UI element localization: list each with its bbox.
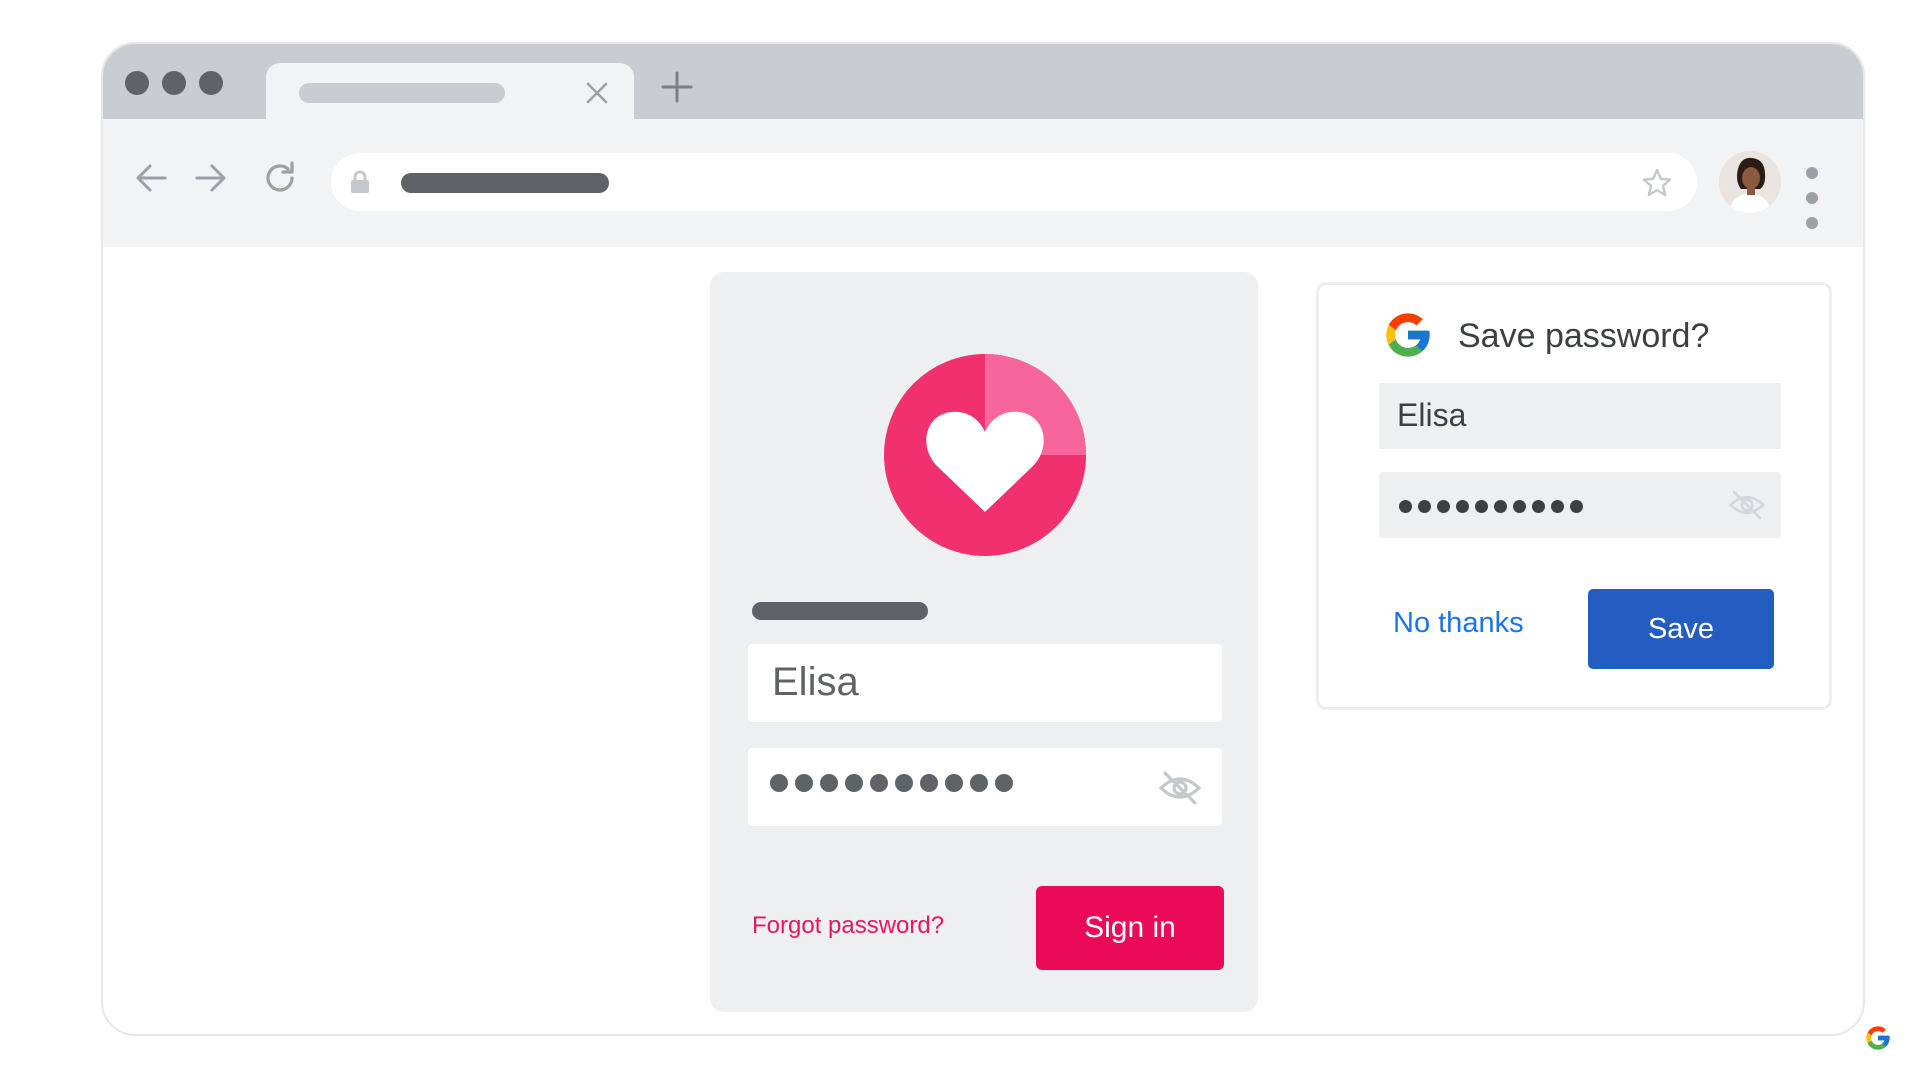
kebab-menu-icon[interactable] [1806, 167, 1818, 179]
kebab-menu-dot[interactable] [1806, 192, 1818, 204]
avatar[interactable] [1719, 151, 1781, 213]
star-icon[interactable] [1641, 167, 1673, 199]
login-card: Elisa Forgot password? Sign in [710, 272, 1258, 1012]
google-g-icon [1386, 313, 1430, 357]
dialog-username-value: Elisa [1397, 397, 1467, 433]
heart-icon [884, 354, 1086, 556]
dialog-username-field[interactable]: Elisa [1379, 383, 1781, 449]
username-field[interactable]: Elisa [748, 644, 1222, 722]
browser-tab[interactable] [266, 63, 634, 121]
forward-arrow-icon[interactable] [189, 157, 231, 199]
dialog-password-masked-value [1399, 500, 1583, 513]
kebab-menu-dot[interactable] [1806, 217, 1818, 229]
username-value: Elisa [772, 660, 859, 704]
url-placeholder [401, 173, 609, 193]
forgot-password-link[interactable]: Forgot password? [752, 912, 944, 940]
dialog-password-field[interactable] [1379, 472, 1781, 538]
window-minimize-dot[interactable] [162, 71, 186, 95]
dialog-title: Save password? [1458, 317, 1710, 355]
tab-title-placeholder [299, 83, 505, 103]
plus-icon[interactable] [659, 69, 695, 105]
window-close-dot[interactable] [125, 71, 149, 95]
google-g-watermark-icon [1866, 1026, 1890, 1050]
address-bar[interactable] [331, 153, 1697, 211]
save-password-dialog: Save password? Elisa No thanks Save [1316, 282, 1832, 710]
save-button[interactable]: Save [1588, 589, 1774, 669]
window-maximize-dot[interactable] [199, 71, 223, 95]
eye-off-icon[interactable] [1158, 766, 1202, 810]
close-icon[interactable] [582, 78, 612, 108]
password-field[interactable] [748, 748, 1222, 826]
no-thanks-button[interactable]: No thanks [1393, 607, 1524, 640]
sign-in-button[interactable]: Sign in [1036, 886, 1224, 970]
browser-toolbar [103, 119, 1863, 247]
lock-icon [351, 170, 369, 193]
password-masked-value [770, 774, 1013, 792]
reload-icon[interactable] [259, 157, 301, 199]
form-title-placeholder [752, 602, 928, 620]
eye-off-icon[interactable] [1727, 486, 1767, 524]
back-arrow-icon[interactable] [131, 157, 173, 199]
tab-strip [103, 44, 1863, 121]
